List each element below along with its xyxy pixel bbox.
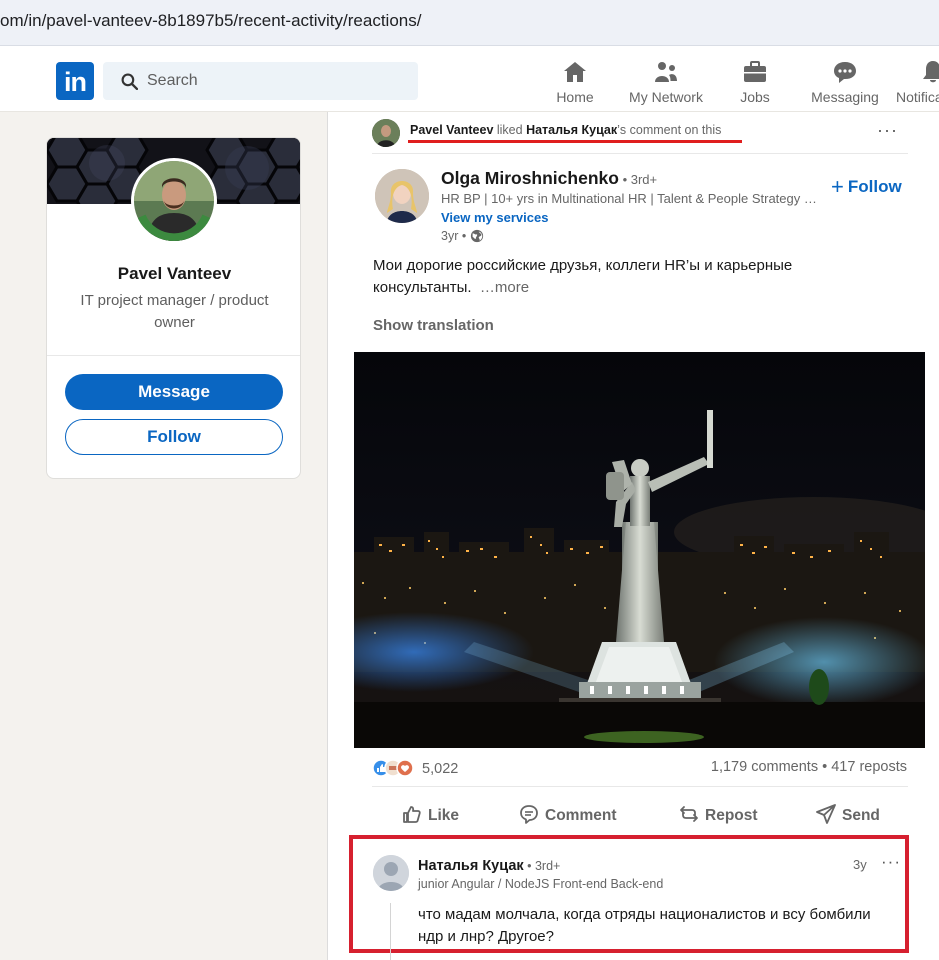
comments-reposts-count[interactable]: 1,179 comments • 417 reposts [711, 759, 907, 775]
default-avatar-icon [373, 855, 409, 891]
comment-thread-line [390, 903, 391, 960]
reactions-summary[interactable]: 5,022 [372, 759, 458, 777]
actor-avatar[interactable] [372, 119, 400, 147]
view-services-link[interactable]: View my services [441, 210, 548, 225]
post-author-photo [375, 169, 429, 223]
activity-description: Pavel Vanteev liked Наталья Куцак’s comm… [410, 123, 721, 137]
target-name-link[interactable]: Наталья Куцак [526, 123, 617, 137]
nav-jobs-label: Jobs [740, 89, 770, 105]
post-follow-label: Follow [847, 177, 902, 196]
nav-my-network[interactable]: My Network [625, 60, 707, 110]
card-divider [47, 355, 300, 356]
reaction-icons [372, 759, 414, 777]
nav-home[interactable]: Home [552, 60, 598, 110]
comment-author-name[interactable]: Наталья Куцак • 3rd+ [418, 858, 560, 874]
comment-button[interactable]: Comment [519, 804, 616, 825]
stats-divider [372, 786, 908, 787]
search-input[interactable] [147, 62, 407, 100]
nav-my-network-label: My Network [629, 89, 703, 105]
profile-photo [134, 161, 214, 241]
home-icon [564, 62, 586, 82]
comment-icon [520, 805, 538, 824]
linkedin-logo[interactable]: in [56, 62, 94, 100]
follow-button[interactable]: Follow [65, 419, 283, 455]
comment-author-headline: junior Angular / NodeJS Front-end Back-e… [418, 877, 664, 891]
profile-headline: IT project manager / product owner [80, 292, 269, 331]
activity-more-menu[interactable]: ··· [877, 120, 898, 141]
comment-time: 3y [853, 857, 867, 872]
post-image[interactable] [354, 352, 925, 748]
comment-label: Comment [545, 807, 617, 824]
show-translation-link[interactable]: Show translation [373, 317, 494, 334]
nav-jobs[interactable]: Jobs [734, 60, 776, 110]
message-button[interactable]: Message [65, 374, 283, 410]
activity-header: Pavel Vanteev liked Наталья Куцак’s comm… [372, 116, 908, 154]
activity-verb: liked [493, 123, 527, 137]
comment-author-avatar[interactable] [373, 855, 409, 891]
post-time-text: 3yr • [441, 229, 467, 243]
post-text: Мои дорогие российские друзья, коллеги H… [373, 255, 843, 299]
globe-icon [470, 229, 483, 243]
profile-name[interactable]: Pavel Vanteev [47, 264, 300, 284]
jobs-icon [744, 61, 766, 82]
nav-messaging[interactable]: Messaging [810, 60, 880, 110]
post-author-degree: • 3rd+ [618, 172, 658, 187]
network-icon [655, 62, 677, 82]
send-label: Send [842, 807, 880, 824]
send-button[interactable]: Send [816, 804, 880, 825]
nav-messaging-label: Messaging [811, 89, 879, 105]
post-time: 3yr • [441, 229, 484, 243]
reactions-count[interactable]: 5,022 [422, 761, 458, 777]
post-follow-button[interactable]: + Follow [831, 174, 902, 200]
see-more-link[interactable]: …more [480, 279, 529, 296]
nav-notifications-label: Notificat [896, 89, 939, 105]
bell-icon [923, 61, 939, 83]
send-icon [816, 804, 836, 824]
like-icon [403, 806, 421, 823]
activity-feed: Pavel Vanteev liked Наталья Куцак’s comm… [327, 112, 939, 960]
comment-author-name-text[interactable]: Наталья Куцак [418, 858, 524, 874]
comment-text: что мадам молчала, когда отряды национал… [418, 906, 871, 945]
like-button[interactable]: Like [402, 804, 459, 825]
post-author-name[interactable]: Olga Miroshnichenko • 3rd+ [441, 168, 657, 189]
post-author-headline: HR BP | 10+ yrs in Multinational HR | Ta… [441, 191, 817, 206]
plus-icon: + [831, 174, 844, 199]
repost-icon [680, 806, 698, 822]
actor-photo [372, 119, 400, 147]
comment-author-degree: • 3rd+ [523, 859, 561, 873]
post-text-body: Мои дорогие российские друзья, коллеги H… [373, 257, 793, 296]
browser-url-bar[interactable]: om/in/pavel-vanteev-8b1897b5/recent-acti… [0, 0, 939, 46]
top-navigation: in Home My Network Jobs Messaging Notifi… [0, 46, 939, 112]
post-author-avatar[interactable] [375, 169, 429, 223]
motherland-monument-night-photo [354, 352, 925, 748]
repost-button[interactable]: Repost [679, 804, 758, 825]
search-icon [121, 73, 138, 90]
messaging-icon [834, 62, 856, 83]
actor-name-link[interactable]: Pavel Vanteev [410, 123, 493, 137]
repost-label: Repost [705, 807, 758, 824]
nav-notifications[interactable]: Notificat [896, 60, 939, 110]
profile-card: Pavel Vanteev IT project manager / produ… [46, 137, 301, 479]
like-label: Like [428, 807, 460, 824]
activity-suffix: ’s comment on this [617, 123, 722, 137]
url-text[interactable]: om/in/pavel-vanteev-8b1897b5/recent-acti… [0, 11, 421, 31]
red-underline-annotation [408, 140, 742, 143]
nav-home-label: Home [556, 89, 594, 105]
post-author-name-text[interactable]: Olga Miroshnichenko [441, 168, 619, 188]
search-box[interactable] [103, 62, 418, 100]
comment-more-menu[interactable]: ··· [881, 852, 901, 872]
profile-avatar[interactable] [131, 158, 217, 244]
